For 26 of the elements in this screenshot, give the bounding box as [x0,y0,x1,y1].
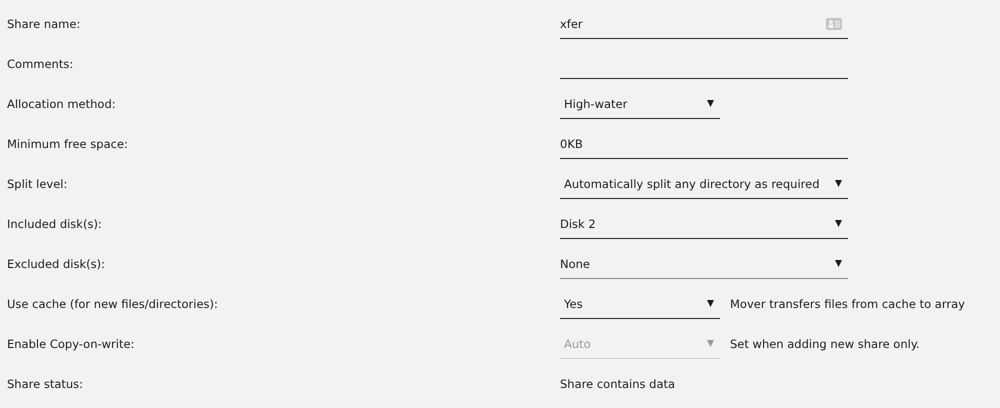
caret-icon [707,100,714,107]
field-label: Excluded disk(s): [6,257,106,271]
dropdown[interactable]: None [560,249,848,279]
field-label: Share status: [6,377,84,391]
field-label: Minimum free space: [6,137,129,151]
field-label: Included disk(s): [6,217,103,231]
dropdown[interactable]: Disk 2 [560,209,848,239]
dropdown[interactable]: Automatically split any directory as required [560,169,848,199]
help-text: Set when adding new share only. [730,337,920,351]
status-text: Share contains data [560,377,676,391]
field-label: Allocation method: [6,97,117,111]
caret-icon [707,300,714,307]
field-label: Comments: [6,57,74,71]
help-text: Mover transfers files from cache to array [730,297,965,311]
field-label: Share name: [6,17,82,31]
caret-icon [835,220,842,227]
field-label: Enable Copy-on-write: [6,337,136,351]
text-field[interactable]: xfer [560,9,848,39]
dropdown[interactable]: High-water [560,89,720,119]
caret-icon [835,180,842,187]
caret-icon [835,260,842,267]
field-label: Split level: [6,177,68,191]
field-label: Use cache (for new files/directories): [6,297,219,311]
text-field[interactable]: 0KB [560,129,848,159]
caret-icon [707,340,714,347]
dropdown[interactable]: Yes [560,289,720,319]
